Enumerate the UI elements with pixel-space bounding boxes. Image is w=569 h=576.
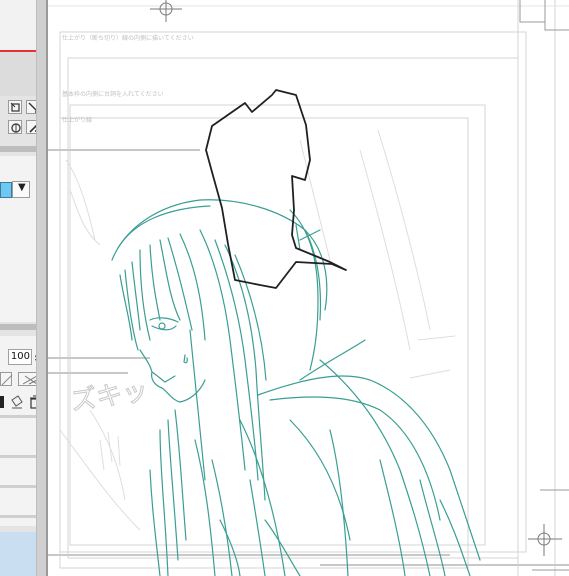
dropdown-arrow-icon[interactable]: ▼ bbox=[18, 182, 26, 193]
drawing-canvas[interactable]: 仕上がり（断ち切り）線の内側に描いてください 基本枠の内側に台詞を入れてください… bbox=[48, 0, 569, 576]
color-wheel-icon[interactable] bbox=[8, 120, 22, 134]
transform-icon[interactable] bbox=[8, 100, 22, 114]
guide-text-small: 仕上がり線 bbox=[62, 116, 92, 124]
navigator-viewport-frame[interactable] bbox=[0, 0, 38, 52]
bucket-icon[interactable] bbox=[10, 394, 24, 410]
guide-text-mid: 基本枠の内側に台詞を入れてください bbox=[62, 90, 164, 98]
selected-layer-row[interactable] bbox=[0, 532, 36, 576]
color-swatch[interactable] bbox=[0, 182, 12, 198]
color-indicator bbox=[0, 396, 4, 408]
guide-text-top: 仕上がり（断ち切り）線の内側に描いてください bbox=[62, 34, 194, 42]
character-sketch bbox=[111, 199, 481, 576]
sfx-text: ズキッ bbox=[69, 376, 150, 417]
opacity-field[interactable]: 100 bbox=[8, 349, 32, 365]
selection-outline[interactable] bbox=[205, 89, 347, 289]
gradient-icon[interactable] bbox=[0, 372, 13, 386]
sketch-layer: 仕上がり（断ち切り）線の内側に描いてください 基本枠の内側に台詞を入れてください… bbox=[48, 0, 569, 576]
left-tool-panel: ▼ 100 ▲ ▼ bbox=[0, 0, 47, 576]
registration-mark-icon bbox=[150, 0, 562, 556]
